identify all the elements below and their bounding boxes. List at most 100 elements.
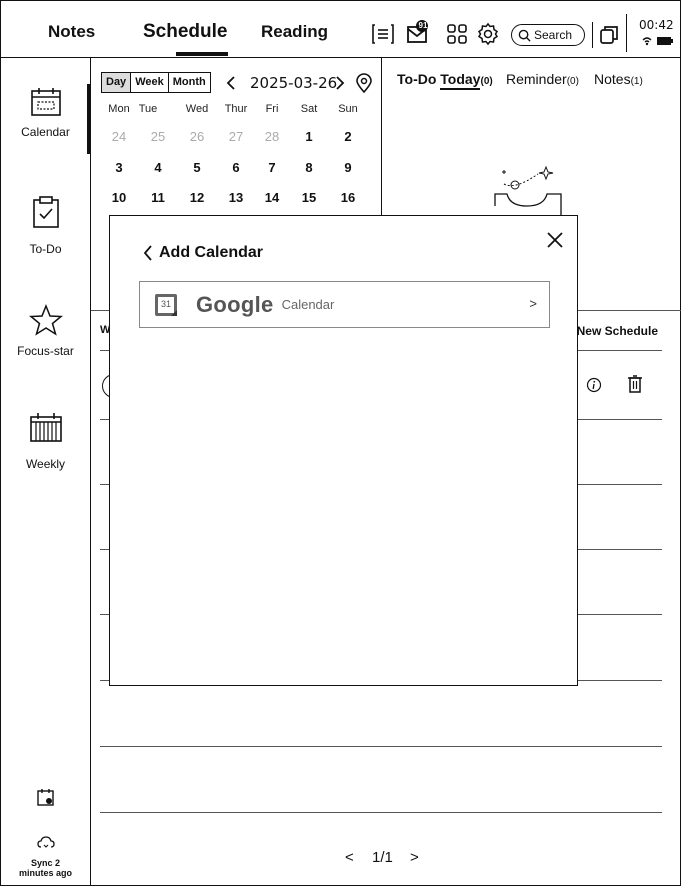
day-cell[interactable]: 6 [221, 160, 251, 175]
settings-gear-icon[interactable] [476, 22, 500, 46]
mail-badge: 91 [418, 21, 428, 30]
clock: 00:42 [639, 18, 674, 32]
tab-reminder-count: (0) [566, 76, 579, 87]
day-cell[interactable]: 12 [182, 190, 212, 205]
day-cell[interactable]: 3 [104, 160, 134, 175]
day-cell[interactable]: 4 [143, 160, 173, 175]
view-week-button[interactable]: Week [131, 73, 169, 92]
info-icon[interactable] [586, 377, 602, 393]
day-cell[interactable]: 2 [333, 129, 363, 144]
sidebar-item-label: Weekly [25, 457, 66, 471]
divider [100, 549, 109, 550]
day-cell[interactable]: 25 [143, 129, 173, 144]
tab-notes[interactable]: Notes [48, 22, 95, 42]
back-chevron-icon[interactable] [143, 245, 153, 261]
apps-grid-icon[interactable] [445, 22, 469, 46]
clipboard-check-icon [32, 196, 59, 228]
divider [100, 419, 109, 420]
day-cell[interactable]: 11 [143, 190, 173, 205]
view-toggle: Day Week Month [101, 72, 211, 93]
day-cell[interactable]: 9 [333, 160, 363, 175]
star-icon [28, 303, 63, 336]
day-cell[interactable]: 16 [333, 190, 363, 205]
search-button[interactable]: Search [511, 24, 585, 46]
location-today-icon[interactable] [355, 73, 373, 93]
add-calendar-dialog: Add Calendar 31 Google Calendar > [109, 215, 578, 686]
sidebar-item-todo[interactable]: To-Do [0, 195, 91, 256]
day-cell[interactable]: 7 [257, 160, 287, 175]
tab-notes-label: Notes [594, 71, 631, 87]
search-label: Search [534, 28, 573, 42]
sidebar-item-label: To-Do [29, 242, 62, 256]
google-calendar-icon-number: 31 [160, 298, 171, 309]
next-date-icon[interactable] [334, 76, 346, 90]
weekday-wed: Wed [185, 103, 209, 115]
day-cell[interactable]: 28 [257, 129, 287, 144]
divider [578, 549, 662, 550]
divider [578, 484, 662, 485]
new-schedule-button[interactable]: New Schedule [578, 324, 658, 338]
page-indicator: 1/1 [372, 849, 393, 866]
sidebar-item-focus-star[interactable]: Focus-star [0, 303, 91, 358]
sidebar [0, 58, 91, 886]
day-cell[interactable]: 15 [294, 190, 324, 205]
google-calendar-label: Calendar [281, 297, 335, 312]
divider [578, 614, 662, 615]
sidebar-item-weekly[interactable]: Weekly [0, 412, 91, 471]
multitask-icon[interactable] [598, 24, 620, 46]
divider [626, 14, 627, 52]
list-menu-icon[interactable] [371, 22, 395, 46]
divider [100, 680, 109, 681]
weekday-sun: Sun [338, 103, 358, 115]
divider [100, 484, 109, 485]
weekday-fri: Fri [265, 103, 279, 115]
wifi-battery-icon [642, 37, 673, 46]
prev-page-button[interactable]: < [345, 849, 354, 866]
weekday-tue: Tue [138, 103, 158, 115]
day-cell[interactable]: 14 [257, 190, 287, 205]
divider [578, 419, 662, 420]
tab-reading[interactable]: Reading [261, 22, 328, 42]
day-cell[interactable]: 24 [104, 129, 134, 144]
day-cell[interactable]: 1 [294, 129, 324, 144]
divider [578, 350, 662, 351]
divider [578, 310, 681, 311]
view-month-button[interactable]: Month [169, 73, 210, 92]
divider [100, 746, 662, 747]
tab-todo-today[interactable]: To-Do Today(0) [397, 71, 493, 90]
cloud-sync-icon [36, 836, 55, 848]
sync-label-1: Sync 2 [30, 858, 61, 868]
tab-schedule[interactable]: Schedule [143, 21, 227, 43]
weekday-mon: Mon [108, 103, 130, 115]
tab-notes-list[interactable]: Notes(1) [594, 71, 643, 87]
close-icon[interactable] [545, 230, 565, 250]
day-cell[interactable]: 26 [182, 129, 212, 144]
tab-todo-count: (0) [480, 76, 493, 87]
day-cell[interactable]: 8 [294, 160, 324, 175]
tab-reminder[interactable]: Reminder(0) [506, 71, 579, 87]
day-cell[interactable]: 13 [221, 190, 251, 205]
day-cell[interactable]: 27 [221, 129, 251, 144]
day-cell[interactable]: 10 [104, 190, 134, 205]
day-cell[interactable]: 5 [182, 160, 212, 175]
view-day-button[interactable]: Day [102, 73, 132, 92]
prev-date-icon[interactable] [225, 76, 237, 90]
sync-label-2: minutes ago [18, 868, 72, 878]
sync-status[interactable]: Sync 2 minutes ago [0, 835, 91, 878]
divider [578, 680, 662, 681]
sidebar-item-label: Focus-star [17, 344, 74, 358]
next-page-button[interactable]: > [410, 849, 419, 866]
weekday-sat: Sat [300, 103, 318, 115]
tab-todo-today-label: Today [440, 71, 481, 90]
divider [91, 310, 109, 311]
google-calendar-option[interactable]: 31 Google Calendar > [139, 281, 550, 328]
panel-divider [381, 58, 382, 215]
trash-icon[interactable] [627, 375, 643, 393]
inbox-button[interactable]: 91 [405, 20, 431, 46]
tab-notes-count: (1) [630, 76, 643, 87]
tab-reminder-label: Reminder [506, 71, 567, 87]
calendar-settings-button[interactable] [0, 788, 91, 811]
current-date[interactable]: 2025-03-26 [250, 74, 337, 92]
sidebar-item-calendar[interactable]: Calendar [0, 86, 91, 139]
search-icon [518, 29, 531, 42]
